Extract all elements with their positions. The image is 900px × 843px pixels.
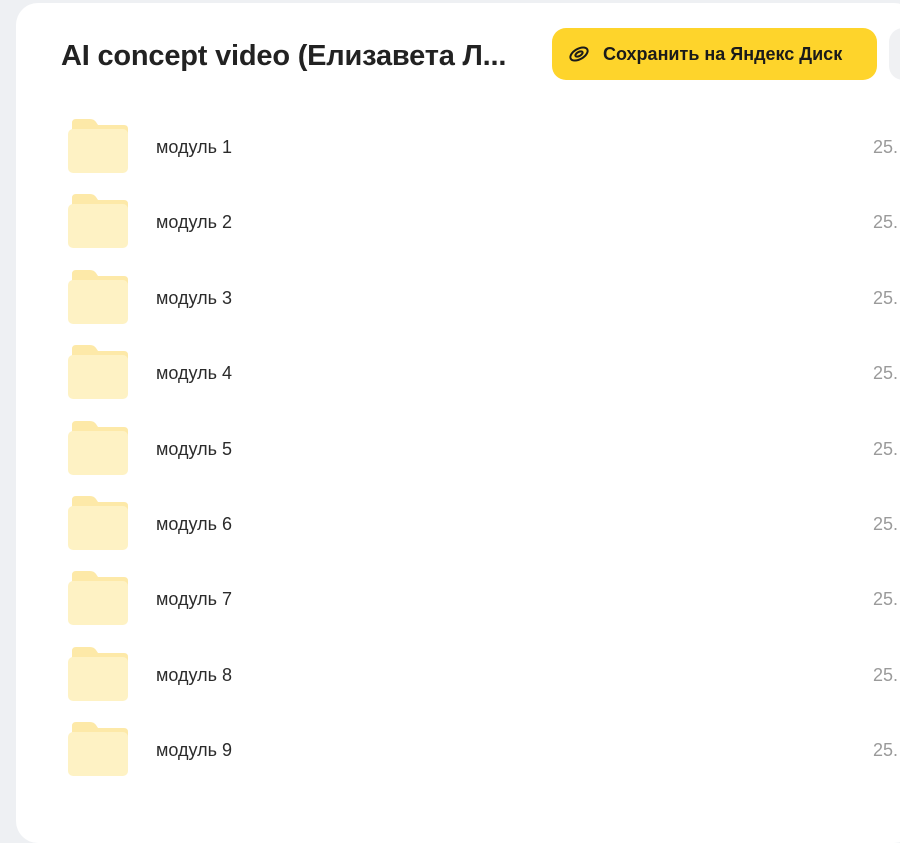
item-date: 25. (873, 664, 899, 685)
folder-title: AI concept video (Елизавета Л... (61, 39, 507, 72)
item-date: 25. (873, 740, 899, 761)
public-folder-card: AI concept video (Елизавета Л... Сохрани… (16, 3, 900, 843)
list-item[interactable]: модуль 4 25. (16, 335, 900, 410)
item-name: модуль 5 (156, 438, 232, 459)
item-name: модуль 2 (156, 212, 232, 233)
folder-icon (68, 269, 128, 324)
disk-icon (568, 43, 590, 65)
list-item[interactable]: модуль 8 25. (16, 637, 900, 712)
item-date: 25. (873, 137, 899, 157)
item-date: 25. (873, 212, 899, 233)
item-name: модуль 6 (156, 513, 232, 534)
folder-icon (68, 495, 128, 550)
folder-icon (68, 646, 128, 701)
folder-icon (68, 420, 128, 475)
item-date: 25. (873, 438, 899, 459)
list-item[interactable]: модуль 9 25. (16, 712, 900, 787)
folder-icon (68, 722, 128, 777)
item-name: модуль 8 (156, 664, 232, 685)
folder-icon (68, 345, 128, 400)
list-item[interactable]: модуль 5 25. (16, 411, 900, 486)
folder-icon (68, 119, 128, 173)
folder-icon (68, 194, 128, 249)
item-name: модуль 9 (156, 740, 232, 761)
save-to-disk-button[interactable]: Сохранить на Яндекс Диск (552, 28, 877, 80)
list-item[interactable]: модуль 7 25. (16, 561, 900, 636)
list-item[interactable]: модуль 3 25. (16, 260, 900, 335)
folder-icon (68, 571, 128, 626)
item-date: 25. (873, 363, 899, 384)
header: AI concept video (Елизавета Л... (61, 29, 506, 83)
more-button[interactable] (889, 28, 900, 80)
save-to-disk-label: Сохранить на Яндекс Диск (603, 43, 843, 64)
item-name: модуль 4 (156, 363, 232, 384)
item-name: модуль 1 (156, 137, 232, 157)
item-date: 25. (873, 287, 899, 308)
item-name: модуль 7 (156, 589, 232, 610)
item-date: 25. (873, 513, 899, 534)
list-item[interactable]: модуль 2 25. (16, 184, 900, 259)
file-list: модуль 1 25. модуль 2 25. модуль 3 25. м… (16, 109, 900, 788)
list-item[interactable]: модуль 6 25. (16, 486, 900, 561)
item-name: модуль 3 (156, 287, 232, 308)
item-date: 25. (873, 589, 899, 610)
list-item[interactable]: модуль 1 25. (16, 109, 900, 184)
